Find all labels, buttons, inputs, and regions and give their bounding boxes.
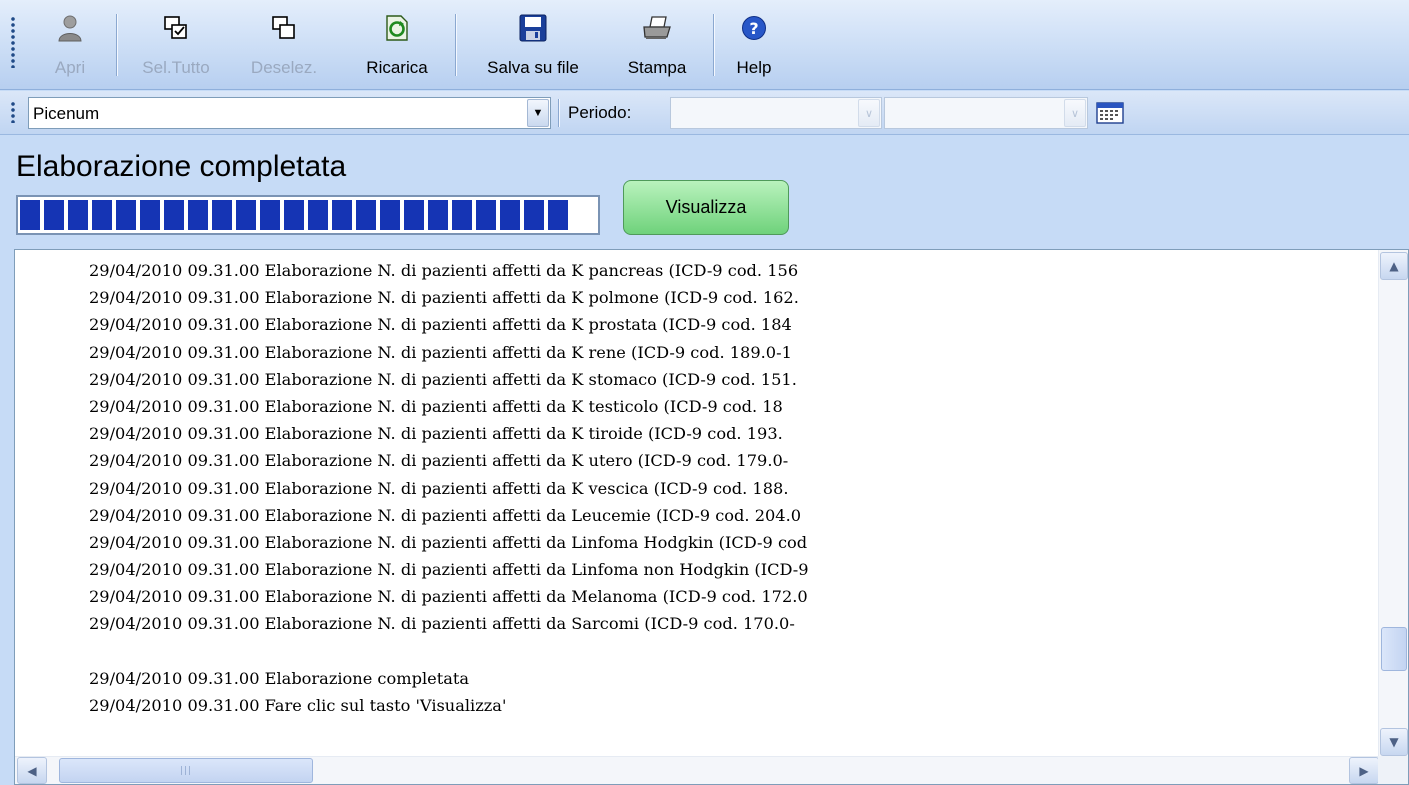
scroll-up-icon[interactable]: ▲ [1380,252,1408,280]
salva-su-file-label: Salva su file [487,58,579,77]
log-line: 29/04/2010 09.31.00 Elaborazione complet… [89,668,470,688]
log-line: 29/04/2010 09.31.00 Elaborazione N. di p… [89,587,808,607]
progress-segment [236,200,256,230]
vertical-scrollbar[interactable]: ▲ ▼ [1378,250,1408,758]
visualizza-button[interactable]: Visualizza [623,180,789,235]
progress-segment [404,200,424,230]
progress-segment [332,200,352,230]
toolbar-separator [713,14,715,76]
progress-segment [356,200,376,230]
refresh-icon [381,12,413,44]
progress-segment [212,200,232,230]
progress-segment [452,200,472,230]
chevron-down-icon[interactable]: ∨ [858,99,880,127]
ricarica-button[interactable]: Ricarica [354,12,440,82]
help-icon: ? [738,12,770,44]
log-line: 29/04/2010 09.31.00 Elaborazione N. di p… [89,369,797,389]
progress-segment [524,200,544,230]
printer-icon [641,12,673,44]
progress-bar-fill [20,200,596,230]
log-panel[interactable]: 29/04/2010 09.31.00 Elaborazione N. di p… [14,249,1409,785]
deselect-icon [268,12,300,44]
main-toolbar: Apri Sel.Tutto Deselez. Ricarica Salva s… [0,0,1409,90]
help-label: Help [736,58,772,77]
progress-segment [44,200,64,230]
progress-bar [16,195,600,235]
filter-toolbar: Picenum ▼ Periodo: ∨ ∨ [0,91,1409,135]
log-line: 29/04/2010 09.31.00 Elaborazione N. di p… [89,315,792,335]
apri-button[interactable]: Apri [40,12,100,82]
progress-segment [500,200,520,230]
scroll-right-icon[interactable]: ▶ [1349,757,1379,784]
progress-segment [308,200,328,230]
filter-toolbar-grip[interactable] [11,101,15,123]
log-line: 29/04/2010 09.31.00 Elaborazione N. di p… [89,342,792,362]
progress-segment [284,200,304,230]
progress-segment [140,200,160,230]
select-all-label: Sel.Tutto [142,58,210,77]
log-line: 29/04/2010 09.31.00 Elaborazione N. di p… [89,532,808,552]
help-button[interactable]: ? Help [726,12,782,82]
periodo-end-select[interactable]: ∨ [884,97,1088,129]
scrollbar-corner [1378,756,1408,784]
log-line: 29/04/2010 09.31.00 Elaborazione N. di p… [89,478,789,498]
toolbar-separator [116,14,118,76]
apri-label: Apri [54,58,86,77]
svg-text:?: ? [749,19,758,38]
progress-segment [20,200,40,230]
log-line: 29/04/2010 09.31.00 Elaborazione N. di p… [89,396,783,416]
progress-segment [116,200,136,230]
salva-su-file-button[interactable]: Salva su file [468,12,598,82]
progress-segment [68,200,88,230]
toolbar-separator [455,14,457,76]
progress-segment [92,200,112,230]
ricarica-label: Ricarica [366,58,428,77]
status-title: Elaborazione completata [16,150,347,183]
log-line: 29/04/2010 09.31.00 Elaborazione N. di p… [89,451,789,471]
source-select[interactable]: Picenum ▼ [28,97,551,129]
progress-segment [428,200,448,230]
scroll-down-icon[interactable]: ▼ [1380,728,1408,756]
calendar-button[interactable] [1094,99,1126,127]
log-line: 29/04/2010 09.31.00 Elaborazione N. di p… [89,614,795,634]
toolbar-grip[interactable] [11,16,15,68]
progress-segment [164,200,184,230]
deselect-label: Deselez. [250,58,318,77]
vertical-scroll-thumb[interactable] [1381,627,1407,671]
progress-segment [188,200,208,230]
log-line: 29/04/2010 09.31.00 Elaborazione N. di p… [89,261,799,280]
log-text: 29/04/2010 09.31.00 Elaborazione N. di p… [89,257,809,719]
periodo-start-select[interactable]: ∨ [670,97,882,129]
chevron-down-icon[interactable]: ∨ [1064,99,1086,127]
horizontal-scrollbar[interactable]: ◀ ||| ▶ [15,756,1381,784]
log-line: 29/04/2010 09.31.00 Elaborazione N. di p… [89,560,809,580]
scroll-left-icon[interactable]: ◀ [17,757,47,784]
periodo-label: Periodo: [568,103,632,122]
stampa-button[interactable]: Stampa [614,12,700,82]
user-icon [54,12,86,44]
stampa-label: Stampa [627,58,687,77]
calendar-icon [1096,102,1124,124]
log-line: 29/04/2010 09.31.00 Fare clic sul tasto … [89,696,507,715]
progress-segment [548,200,568,230]
progress-segment [380,200,400,230]
chevron-down-icon[interactable]: ▼ [527,99,549,127]
log-line: 29/04/2010 09.31.00 Elaborazione N. di p… [89,424,783,444]
select-all-button[interactable]: Sel.Tutto [126,12,226,82]
progress-segment [260,200,280,230]
progress-segment [476,200,496,230]
source-select-value: Picenum [33,104,100,123]
log-line: 29/04/2010 09.31.00 Elaborazione N. di p… [89,288,799,308]
select-all-icon [160,12,192,44]
filter-separator [558,99,560,127]
floppy-disk-icon [517,12,549,44]
log-line: 29/04/2010 09.31.00 Elaborazione N. di p… [89,505,802,525]
deselect-button[interactable]: Deselez. [244,12,324,82]
horizontal-scroll-thumb[interactable]: ||| [59,758,313,783]
